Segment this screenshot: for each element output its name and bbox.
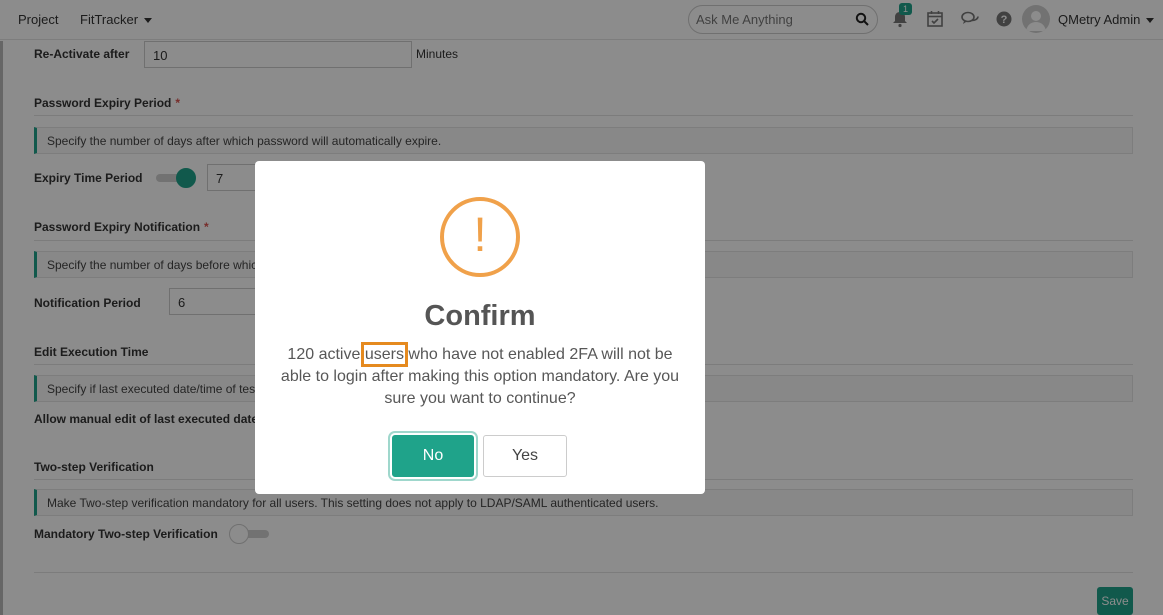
dialog-message: 120 active users who have not enabled 2F… <box>271 342 689 410</box>
no-button[interactable]: No <box>392 435 474 477</box>
warning-icon: ! <box>440 197 520 277</box>
highlighted-word: users <box>360 342 408 367</box>
dialog-title: Confirm <box>424 300 536 332</box>
exclamation-icon: ! <box>473 209 487 262</box>
message-part-1: 120 active <box>287 346 365 363</box>
confirm-dialog: ! Confirm 120 active users who have not … <box>255 161 705 494</box>
yes-button[interactable]: Yes <box>483 435 567 477</box>
